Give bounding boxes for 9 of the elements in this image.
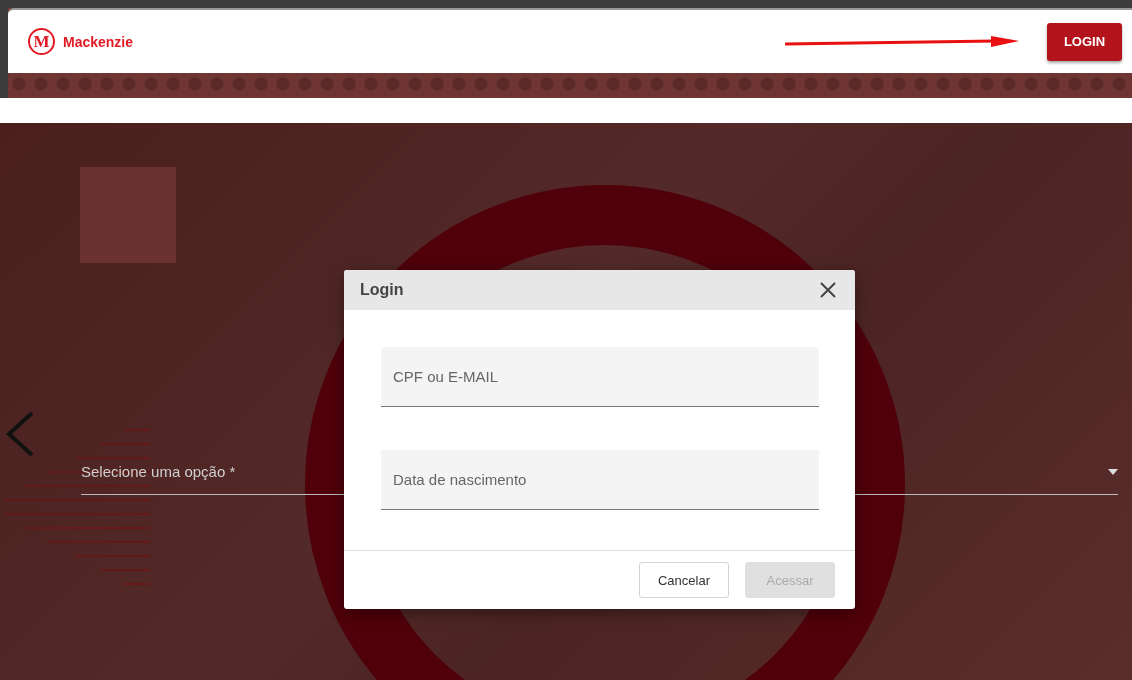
cancel-button[interactable]: Cancelar — [639, 562, 729, 598]
login-button[interactable]: LOGIN — [1047, 22, 1122, 61]
input-field[interactable]: CPF ou E-MAIL — [381, 347, 819, 407]
logo-text: Mackenzie — [63, 33, 134, 50]
input-field[interactable]: Data de nascimento — [381, 450, 819, 510]
close-icon[interactable] — [819, 281, 837, 299]
dialog-title: Login — [360, 281, 405, 299]
dropdown-caret-icon — [1108, 468, 1118, 475]
logo-mark: M — [28, 28, 55, 55]
